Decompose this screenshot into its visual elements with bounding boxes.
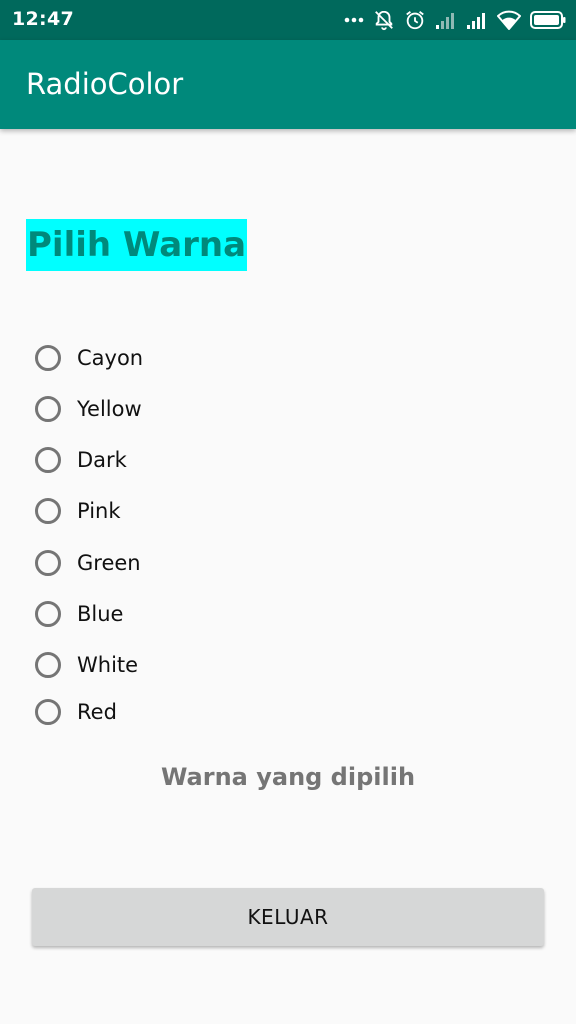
radio-option-dark[interactable]: Dark <box>35 442 127 478</box>
more-dots-icon <box>344 17 364 23</box>
radio-option-green[interactable]: Green <box>35 545 141 581</box>
status-icons <box>344 8 566 32</box>
radio-option-pink[interactable]: Pink <box>35 493 121 529</box>
selected-color-text: Warna yang dipilih <box>160 763 416 791</box>
radio-button-icon[interactable] <box>35 396 61 422</box>
app-bar: RadioColor <box>0 40 576 129</box>
radio-button-icon[interactable] <box>35 601 61 627</box>
status-bar: 12:47 <box>0 0 576 40</box>
battery-icon <box>530 11 566 29</box>
app-title: RadioColor <box>26 67 184 101</box>
radio-option-white[interactable]: White <box>35 647 138 683</box>
radio-label[interactable]: Red <box>77 700 117 724</box>
radio-option-yellow[interactable]: Yellow <box>35 391 142 427</box>
wifi-icon <box>497 10 521 30</box>
radio-label[interactable]: Blue <box>77 602 123 626</box>
radio-option-blue[interactable]: Blue <box>35 596 123 632</box>
radio-option-red[interactable]: Red <box>35 694 117 730</box>
signal-weak-icon <box>436 13 454 29</box>
radio-button-icon[interactable] <box>35 652 61 678</box>
radio-option-cayon[interactable]: Cayon <box>35 340 143 376</box>
status-time: 12:47 <box>12 8 74 30</box>
radio-label[interactable]: White <box>77 653 138 677</box>
notifications-off-icon <box>375 10 393 31</box>
radio-button-icon[interactable] <box>35 447 61 473</box>
radio-label[interactable]: Pink <box>77 499 121 523</box>
alarm-icon <box>406 11 424 30</box>
radio-button-icon[interactable] <box>35 699 61 725</box>
radio-button-icon[interactable] <box>35 498 61 524</box>
signal-full-icon <box>467 13 485 29</box>
radio-button-icon[interactable] <box>35 550 61 576</box>
radio-label[interactable]: Dark <box>77 448 127 472</box>
exit-button[interactable]: KELUAR <box>32 888 544 946</box>
radio-button-icon[interactable] <box>35 345 61 371</box>
radio-label[interactable]: Green <box>77 551 141 575</box>
page-heading: Pilih Warna <box>26 219 248 271</box>
radio-label[interactable]: Yellow <box>77 397 142 421</box>
radio-label[interactable]: Cayon <box>77 346 143 370</box>
